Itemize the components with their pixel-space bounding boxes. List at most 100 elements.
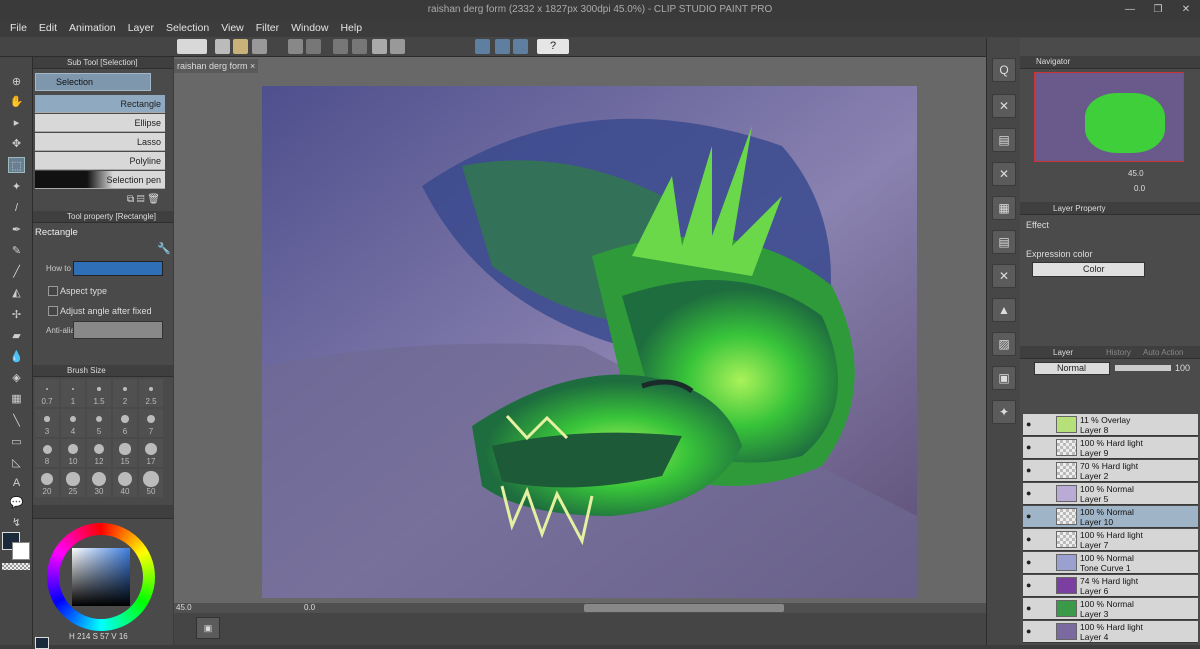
mini-color-swatch[interactable]: [35, 637, 49, 649]
layer-thumbnail[interactable]: [1056, 462, 1077, 479]
brushsize-cell[interactable]: 40: [113, 469, 137, 497]
sub-color-swatch[interactable]: [12, 542, 30, 560]
eye-icon[interactable]: ●: [1026, 512, 1036, 521]
subtool-actions-icon[interactable]: ⧉ ▤ 🗑: [127, 194, 171, 206]
snap-special-ruler-icon[interactable]: [495, 39, 510, 54]
gradient-icon[interactable]: ▦: [8, 391, 25, 407]
material-close-icon[interactable]: ✕: [992, 94, 1016, 118]
transform-icon[interactable]: [372, 39, 387, 54]
open-icon[interactable]: [233, 39, 248, 54]
brushsize-cell[interactable]: 7: [139, 409, 163, 437]
layer-thumbnail[interactable]: [1056, 623, 1077, 640]
move-layer-icon[interactable]: ✥: [8, 136, 25, 152]
layer-row[interactable]: ● 100 % Hard light Layer 4: [1023, 621, 1198, 643]
brushsize-cell[interactable]: 12: [87, 439, 111, 467]
brushsize-cell[interactable]: 0.7: [35, 379, 59, 407]
close-icon[interactable]: ✕: [1172, 0, 1200, 19]
material-icon[interactable]: ▤: [992, 128, 1016, 152]
decoration-icon[interactable]: ✢: [8, 307, 25, 323]
brushsize-cell[interactable]: 4: [61, 409, 85, 437]
document-tab[interactable]: raishan derg form ×: [174, 59, 258, 73]
material-icon-2[interactable]: ✕: [992, 162, 1016, 186]
layer-row[interactable]: ● 100 % Hard light Layer 9: [1023, 437, 1198, 459]
sub-view-icon[interactable]: ▨: [992, 332, 1016, 356]
layer-thumbnail[interactable]: [1056, 485, 1077, 502]
eye-icon[interactable]: ●: [1026, 443, 1036, 452]
blend-icon[interactable]: 💧: [8, 349, 25, 365]
layer-thumbnail[interactable]: [1056, 577, 1077, 594]
brush-icon[interactable]: ╱: [8, 264, 25, 280]
brushsize-cell[interactable]: 6: [113, 409, 137, 437]
eyedropper-icon[interactable]: /: [8, 200, 25, 216]
brushsize-cell[interactable]: 5: [87, 409, 111, 437]
brushsize-cell[interactable]: 20: [35, 469, 59, 497]
save-icon[interactable]: [252, 39, 267, 54]
search-icon[interactable]: Q: [992, 58, 1016, 82]
menu-selection[interactable]: Selection: [160, 22, 215, 34]
eye-icon[interactable]: ●: [1026, 420, 1036, 429]
frame-icon-button[interactable]: ▣: [196, 617, 220, 639]
frame-icon[interactable]: ▭: [8, 434, 25, 450]
subtool-group-tab[interactable]: Selection: [35, 73, 151, 91]
clip-studio-icon[interactable]: [177, 39, 207, 54]
layer-thumbnail[interactable]: [1056, 439, 1077, 456]
eye-icon[interactable]: ●: [1026, 489, 1036, 498]
menu-file[interactable]: File: [4, 22, 33, 34]
tab-auto-action[interactable]: Auto Action: [1143, 348, 1183, 357]
airbrush-icon[interactable]: ◭: [8, 285, 25, 301]
snap-grid-icon[interactable]: [513, 39, 528, 54]
text-icon[interactable]: A: [8, 475, 25, 491]
fill-bucket-icon[interactable]: ◈: [8, 370, 25, 386]
layer-row[interactable]: ● 100 % Normal Layer 3: [1023, 598, 1198, 620]
eye-icon[interactable]: ●: [1026, 581, 1036, 590]
fill-icon[interactable]: [352, 39, 367, 54]
hand-icon[interactable]: ✋: [8, 94, 25, 110]
help-icon[interactable]: ?: [537, 39, 569, 54]
operation-icon[interactable]: ▸: [8, 115, 25, 131]
layer-thumbnail[interactable]: [1056, 531, 1077, 548]
layer-row[interactable]: ● 100 % Normal Tone Curve 1: [1023, 552, 1198, 574]
layer-row[interactable]: ● 100 % Normal Layer 5: [1023, 483, 1198, 505]
pencil-icon[interactable]: ✎: [8, 243, 25, 259]
brushsize-cell[interactable]: 3: [35, 409, 59, 437]
layer-icon[interactable]: ▤: [992, 230, 1016, 254]
menu-animation[interactable]: Animation: [63, 22, 122, 34]
wrench-icon[interactable]: 🔧: [157, 242, 171, 256]
zoom-icon[interactable]: ⊕: [8, 74, 25, 90]
minimize-icon[interactable]: —: [1116, 0, 1144, 19]
undo-icon[interactable]: [288, 39, 303, 54]
subtool-lasso[interactable]: Lasso: [35, 133, 165, 151]
menu-layer[interactable]: Layer: [122, 22, 160, 34]
ruler-icon[interactable]: ◺: [8, 455, 25, 471]
menu-filter[interactable]: Filter: [250, 22, 285, 34]
tab-history[interactable]: History: [1106, 348, 1131, 357]
brushsize-grid[interactable]: 0.7 1 1.5 2 2.5 3 4 5 6 7 8 10 12 15 17 20 25 30 40 50: [35, 379, 163, 499]
brushsize-cell[interactable]: 2: [113, 379, 137, 407]
snap-ruler-icon[interactable]: [475, 39, 490, 54]
pattern-icon[interactable]: ▦: [992, 196, 1016, 220]
brushsize-cell[interactable]: 15: [113, 439, 137, 467]
subtool-selection-pen[interactable]: Selection pen: [35, 171, 165, 189]
opacity-slider[interactable]: [1115, 365, 1171, 371]
layer-thumbnail[interactable]: [1056, 600, 1077, 617]
layer-thumbnail[interactable]: [1056, 416, 1077, 433]
figure-icon[interactable]: ╲: [8, 413, 25, 429]
brushsize-cell[interactable]: 30: [87, 469, 111, 497]
adjust-checkbox[interactable]: [48, 306, 58, 316]
transparent-swatch[interactable]: [2, 563, 30, 570]
brushsize-cell[interactable]: 17: [139, 439, 163, 467]
color-square[interactable]: [72, 548, 130, 606]
material-icon-3[interactable]: ✕: [992, 264, 1016, 288]
layer-row[interactable]: ● 100 % Normal Layer 10: [1023, 506, 1198, 528]
artwork-canvas[interactable]: [262, 86, 917, 598]
menu-view[interactable]: View: [215, 22, 250, 34]
eye-icon[interactable]: ●: [1026, 466, 1036, 475]
horizontal-scrollbar[interactable]: [584, 604, 784, 612]
brushsize-cell[interactable]: 8: [35, 439, 59, 467]
brushsize-cell[interactable]: 50: [139, 469, 163, 497]
pen-icon[interactable]: ✒: [8, 222, 25, 238]
layer-row[interactable]: ● 11 % Overlay Layer 8: [1023, 414, 1198, 436]
brushsize-cell[interactable]: 1: [61, 379, 85, 407]
figure-icon-r[interactable]: ✦: [992, 400, 1016, 424]
eye-icon[interactable]: ●: [1026, 627, 1036, 636]
